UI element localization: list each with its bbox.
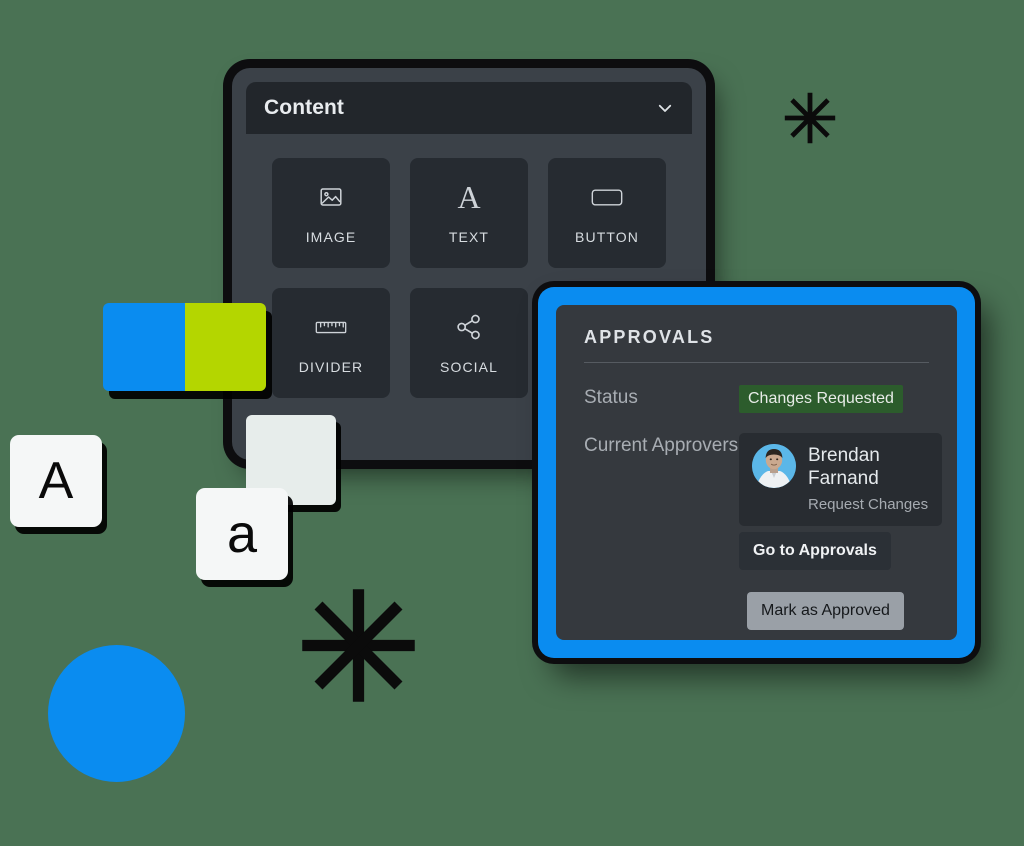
content-tile-text[interactable]: A TEXT bbox=[410, 158, 528, 268]
blue-circle-shape bbox=[48, 645, 185, 782]
mark-as-approved-button[interactable]: Mark as Approved bbox=[747, 592, 904, 631]
keycap-uppercase-a: A bbox=[10, 435, 102, 527]
text-glyph: A bbox=[457, 179, 481, 215]
approvals-detail-list: Status Changes Requested Current Approve… bbox=[584, 363, 943, 631]
swatch-lime bbox=[184, 303, 266, 391]
approvals-approvers-row: Current Approvers Brendan Farnand Reques… bbox=[584, 433, 943, 631]
content-tile-button[interactable]: BUTTON bbox=[548, 158, 666, 268]
approvals-card: APPROVALS Status Changes Requested Curre… bbox=[538, 287, 975, 658]
content-tile-social[interactable]: SOCIAL bbox=[410, 288, 528, 398]
approver-entry[interactable]: Brendan Farnand Request Changes bbox=[739, 433, 943, 527]
asterisk-icon bbox=[780, 88, 840, 148]
scene-canvas: Content IMAGE A TEXT BUTTON DIVIDER SOCI… bbox=[0, 0, 1024, 846]
approver-action: Request Changes bbox=[808, 496, 929, 514]
page-title: Content bbox=[264, 96, 345, 119]
content-tile-image[interactable]: IMAGE bbox=[272, 158, 390, 268]
asterisk-icon bbox=[296, 583, 421, 708]
go-to-approvals-button[interactable]: Go to Approvals bbox=[739, 532, 891, 571]
keycap-glyph: a bbox=[226, 504, 258, 564]
content-tile-label: DIVIDER bbox=[298, 359, 364, 375]
color-swatch-pair bbox=[103, 303, 266, 391]
approvals-status-row: Status Changes Requested bbox=[584, 385, 929, 413]
swatch-blue bbox=[103, 303, 185, 391]
content-tile-label: IMAGE bbox=[305, 229, 357, 245]
keycap-glyph: A bbox=[38, 452, 74, 510]
keycap-lowercase-a: a bbox=[196, 488, 288, 580]
chevron-down-icon[interactable] bbox=[656, 99, 674, 117]
avatar bbox=[752, 444, 796, 488]
ruler-icon bbox=[314, 311, 348, 343]
approver-meta: Brendan Farnand Request Changes bbox=[808, 444, 928, 513]
current-approvers-value: Brendan Farnand Request Changes Go to Ap… bbox=[739, 433, 943, 631]
content-tile-label: SOCIAL bbox=[440, 359, 498, 375]
content-tile-divider[interactable]: DIVIDER bbox=[272, 288, 390, 398]
status-value: Changes Requested bbox=[739, 385, 929, 413]
content-tile-label: TEXT bbox=[448, 229, 490, 245]
status-badge: Changes Requested bbox=[739, 385, 903, 413]
current-approvers-label: Current Approvers bbox=[584, 435, 739, 456]
approver-name: Brendan Farnand bbox=[808, 445, 880, 490]
text-letter-a-icon: A bbox=[452, 181, 486, 213]
approvals-heading: APPROVALS bbox=[584, 327, 929, 363]
content-panel-header[interactable]: Content bbox=[246, 82, 692, 134]
content-tile-label: BUTTON bbox=[575, 229, 639, 245]
status-label: Status bbox=[584, 387, 638, 408]
button-rectangle-icon bbox=[590, 181, 624, 213]
image-icon bbox=[314, 181, 348, 213]
share-nodes-icon bbox=[452, 311, 486, 343]
approvals-card-inner: APPROVALS Status Changes Requested Curre… bbox=[556, 305, 957, 640]
